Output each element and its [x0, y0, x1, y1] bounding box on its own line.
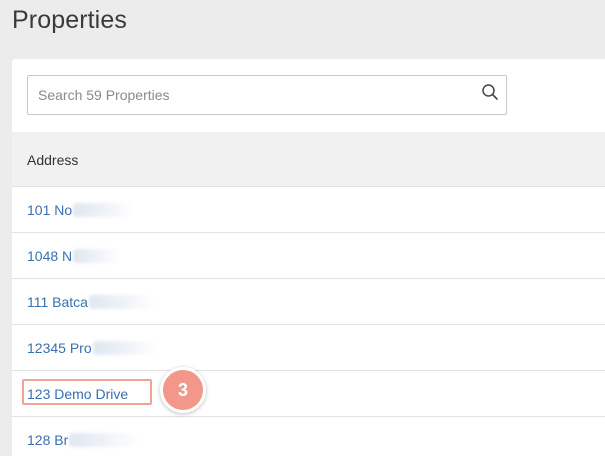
redacted-text — [92, 341, 159, 355]
property-link[interactable]: 1048 N — [27, 248, 122, 264]
property-link[interactable]: 12345 Pro — [27, 340, 159, 356]
table-row: 111 Batca — [12, 279, 605, 325]
properties-card: Address 101 No 1048 N 111 Batca 12345 Pr… — [12, 59, 605, 456]
table-row: 123 Demo Drive 3 — [12, 367, 605, 417]
redacted-text — [69, 433, 140, 447]
table-row: 128 Br — [12, 417, 605, 456]
table-row: 101 No — [12, 187, 605, 233]
table-header: Address — [12, 132, 605, 187]
properties-page: Properties Address 101 No 1048 N 111 Bat… — [0, 0, 605, 456]
highlight-box — [22, 379, 152, 405]
properties-list: 101 No 1048 N 111 Batca 12345 Pro 123 De… — [12, 187, 605, 456]
column-header-address[interactable]: Address — [27, 152, 78, 168]
redacted-text — [88, 295, 155, 309]
search-icon[interactable] — [481, 83, 499, 101]
page-title: Properties — [12, 6, 127, 34]
step-badge: 3 — [160, 367, 206, 413]
redacted-text — [73, 203, 136, 217]
search-box[interactable] — [27, 75, 507, 115]
table-row: 12345 Pro — [12, 325, 605, 371]
property-link[interactable]: 101 No — [27, 202, 136, 218]
search-input[interactable] — [28, 76, 478, 114]
table-row: 1048 N — [12, 233, 605, 279]
property-link[interactable]: 128 Br — [27, 432, 140, 448]
redacted-text — [73, 249, 122, 263]
property-link[interactable]: 111 Batca — [27, 294, 155, 310]
